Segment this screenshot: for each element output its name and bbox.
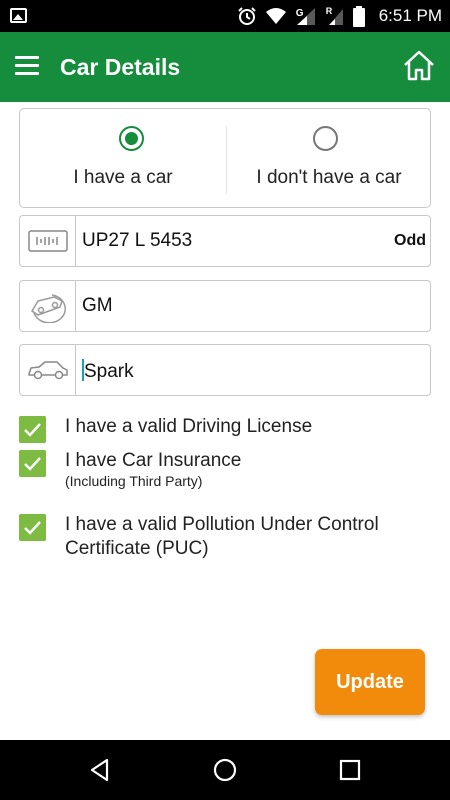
check-car-insurance-sub: (Including Third Party) — [65, 473, 203, 489]
app-bar: Car Details — [0, 32, 450, 102]
model-field[interactable]: Spark — [19, 344, 431, 396]
screen: G R 6:51 PM Car Details I have a car I d… — [0, 0, 450, 800]
status-bar: G R 6:51 PM — [0, 0, 450, 32]
option-no-car-label: I don't have a car — [256, 167, 402, 188]
checkbox-checked-icon[interactable] — [19, 514, 46, 541]
model-value: Spark — [82, 359, 134, 383]
check-car-insurance[interactable]: I have Car Insurance (Including Third Pa… — [19, 450, 431, 490]
radio-have-car[interactable] — [119, 126, 144, 151]
menu-icon[interactable] — [15, 56, 39, 76]
roaming-label: R — [325, 6, 333, 16]
signal-r-icon: R — [325, 6, 345, 26]
car-brand-icon — [20, 281, 76, 331]
status-time: 6:51 PM — [378, 6, 442, 25]
car-icon — [20, 345, 76, 395]
nav-bar — [0, 740, 450, 800]
home-circle-icon[interactable] — [211, 756, 239, 784]
brand-field[interactable]: GM — [19, 280, 431, 332]
recents-icon[interactable] — [336, 756, 364, 784]
update-button[interactable]: Update — [315, 649, 425, 715]
radio-no-car[interactable] — [313, 126, 338, 151]
gallery-icon — [10, 8, 27, 23]
odd-even-tag: Odd — [394, 232, 426, 249]
status-icons: G R 6:51 PM — [237, 0, 442, 32]
option-no-car[interactable]: I don't have a car — [226, 109, 432, 209]
option-have-car-label: I have a car — [73, 167, 173, 188]
number-plate-icon — [20, 216, 76, 266]
alarm-icon — [237, 7, 256, 25]
check-puc[interactable]: I have a valid Pollution Under Control C… — [19, 514, 431, 564]
model-text: Spark — [84, 361, 134, 382]
check-driving-license[interactable]: I have a valid Driving License — [19, 416, 431, 444]
checkbox-checked-icon[interactable] — [19, 416, 46, 443]
brand-value: GM — [82, 295, 113, 316]
check-driving-license-label: I have a valid Driving License — [65, 416, 313, 437]
check-car-insurance-label: I have Car Insurance (Including Third Pa… — [65, 449, 241, 489]
option-have-car[interactable]: I have a car — [20, 109, 226, 209]
home-icon[interactable] — [402, 49, 436, 83]
signal-type-label: G — [295, 8, 304, 19]
checkbox-checked-icon[interactable] — [19, 450, 46, 477]
check-puc-label: I have a valid Pollution Under Control C… — [65, 514, 379, 559]
battery-icon — [352, 5, 365, 27]
car-ownership-selector: I have a car I don't have a car — [19, 108, 431, 208]
back-icon[interactable] — [86, 756, 114, 784]
wifi-icon — [265, 8, 286, 24]
signal-icon: G — [295, 6, 317, 26]
registration-field[interactable]: UP27 L 5453 Odd — [19, 215, 431, 267]
page-title: Car Details — [60, 54, 181, 80]
check-car-insurance-title: I have Car Insurance — [65, 450, 242, 471]
registration-value: UP27 L 5453 — [82, 230, 193, 251]
